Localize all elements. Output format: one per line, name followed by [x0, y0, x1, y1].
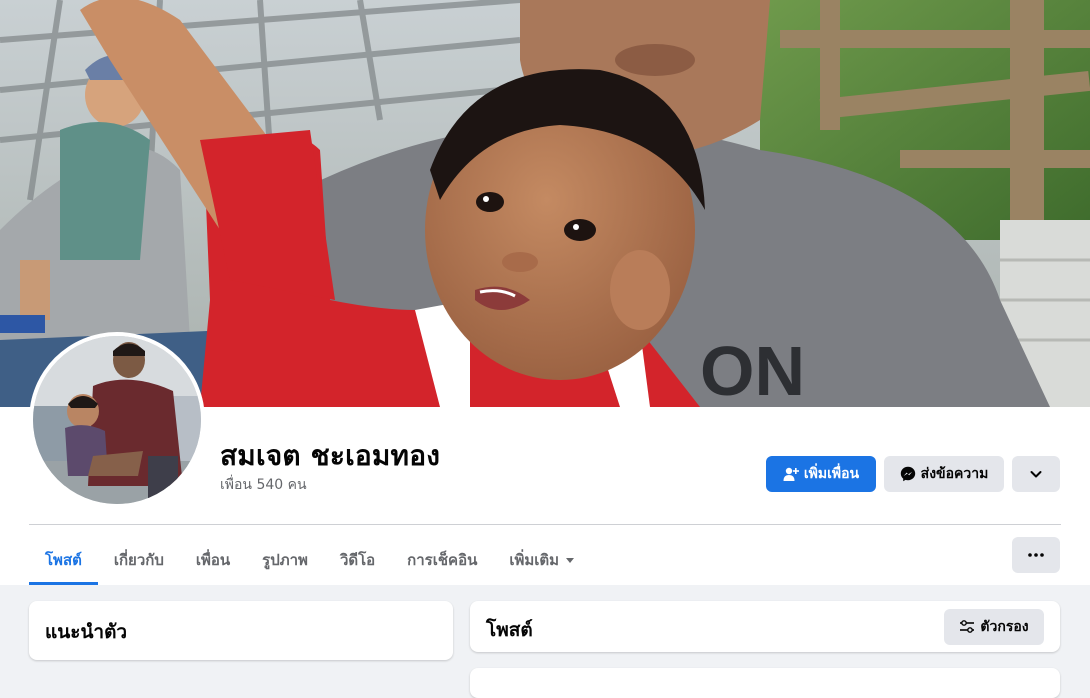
intro-title: แนะนำตัว — [45, 621, 128, 643]
ellipsis-icon — [1028, 553, 1044, 557]
posts-title: โพสต์ — [486, 619, 533, 641]
composer-card — [470, 668, 1060, 698]
tab-checkins[interactable]: การเช็คอิน — [391, 536, 493, 584]
intro-card: แนะนำตัว — [29, 601, 453, 660]
caret-down-icon — [566, 558, 575, 563]
filter-button[interactable]: ตัวกรอง — [944, 609, 1044, 645]
filter-label: ตัวกรอง — [980, 619, 1029, 635]
filter-sliders-icon — [960, 620, 975, 633]
profile-picture[interactable] — [29, 332, 205, 508]
add-friend-button[interactable]: เพิ่มเพื่อน — [766, 456, 876, 492]
profile-tabs: โพสต์ เกี่ยวกับ เพื่อน รูปภาพ วิดีโอ การ… — [29, 536, 591, 585]
tab-photos[interactable]: รูปภาพ — [246, 536, 324, 584]
tab-about[interactable]: เกี่ยวกับ — [98, 536, 180, 584]
tab-posts[interactable]: โพสต์ — [29, 536, 98, 585]
add-friend-label: เพิ่มเพื่อน — [803, 466, 860, 482]
tabs-overflow-button[interactable] — [1012, 537, 1060, 573]
messenger-icon — [900, 466, 915, 482]
chevron-down-icon — [1030, 471, 1042, 478]
more-actions-button[interactable] — [1012, 456, 1060, 492]
svg-text:ON: ON — [700, 332, 805, 407]
posts-card: โพสต์ ตัวกรอง — [470, 601, 1060, 652]
tab-friends[interactable]: เพื่อน — [180, 536, 246, 584]
tab-videos[interactable]: วิดีโอ — [324, 536, 391, 584]
profile-name: สมเจต ชะเอมทอง — [220, 439, 441, 472]
message-button[interactable]: ส่งข้อความ — [884, 456, 1004, 492]
friends-count[interactable]: เพื่อน 540 คน — [220, 474, 307, 496]
header-divider — [29, 524, 1061, 525]
add-friend-icon — [783, 467, 799, 481]
message-label: ส่งข้อความ — [920, 466, 989, 482]
tab-more[interactable]: เพิ่มเติม — [493, 536, 591, 584]
